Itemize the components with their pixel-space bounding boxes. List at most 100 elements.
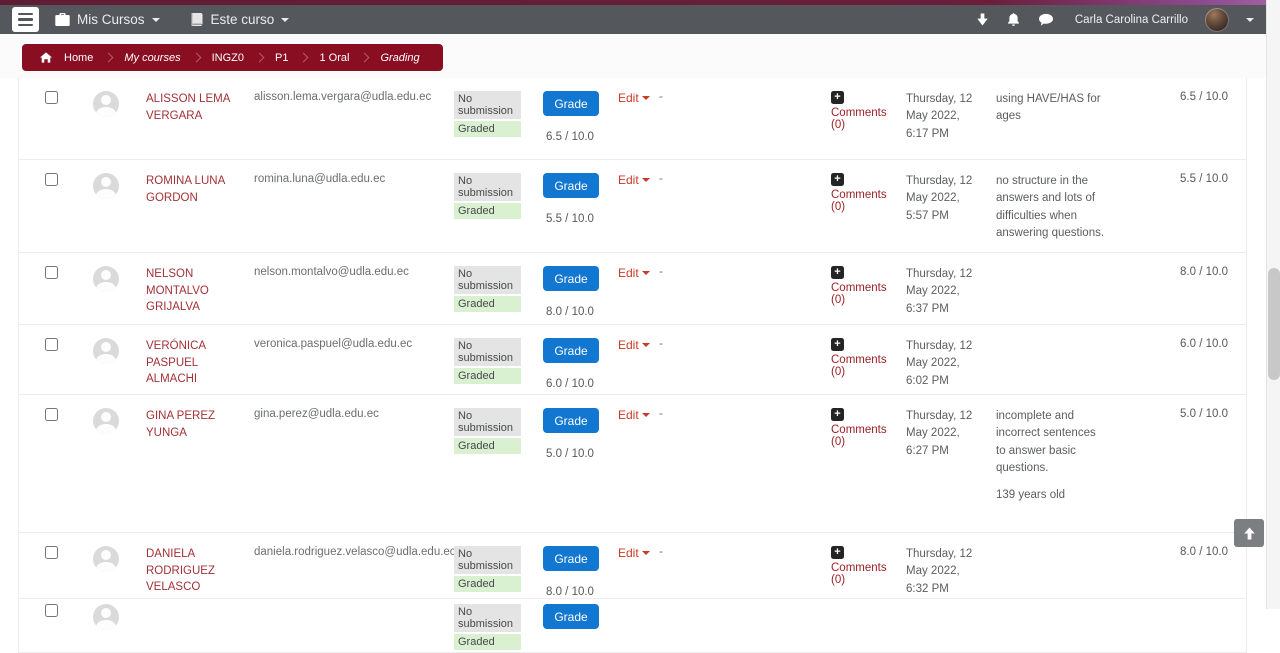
row-select-checkbox[interactable] <box>45 604 58 617</box>
select-cell <box>19 338 89 354</box>
name-cell: NELSON MONTALVO GRIJALVA <box>141 266 249 316</box>
avatar-cell <box>89 173 141 199</box>
status-cell: No submission Graded <box>449 91 539 139</box>
edit-menu[interactable]: Edit <box>618 546 650 560</box>
edit-caret-icon <box>642 178 650 186</box>
final-grade: 5.0 / 10.0 <box>1111 408 1246 420</box>
row-select-checkbox[interactable] <box>45 173 58 186</box>
grade-button[interactable]: Grade <box>543 604 599 629</box>
row-select-checkbox[interactable] <box>45 266 58 279</box>
name-cell: ALISSON LEMA VERGARA <box>141 91 249 124</box>
bell-icon[interactable] <box>1006 12 1021 27</box>
edit-caret-icon <box>642 271 650 279</box>
hamburger-menu-button[interactable] <box>12 7 39 32</box>
edit-cell: Edit <box>613 338 653 352</box>
grading-rows-container: ALISSON LEMA VERGARA alisson.lema.vergar… <box>19 78 1246 653</box>
grading-status-badge: Graded <box>454 576 521 592</box>
student-name-link[interactable]: GINA PEREZ YUNGA <box>146 410 215 439</box>
breadcrumb-period[interactable]: P1 <box>270 52 293 64</box>
user-avatar[interactable] <box>1205 8 1229 32</box>
add-comment-plus-icon[interactable]: + <box>831 546 844 559</box>
grade-button[interactable]: Grade <box>543 408 599 433</box>
plugins-placeholder: - <box>653 173 823 185</box>
student-name-link[interactable]: NELSON MONTALVO GRIJALVA <box>146 268 209 313</box>
edit-menu[interactable]: Edit <box>618 408 650 422</box>
add-comment-plus-icon[interactable]: + <box>831 408 844 421</box>
grade-cell: Grade 6.5 / 10.0 <box>539 91 613 143</box>
add-comment-plus-icon[interactable]: + <box>831 338 844 351</box>
grading-status-badge: Graded <box>454 296 521 312</box>
edit-menu[interactable]: Edit <box>618 338 650 352</box>
download-arrow-icon[interactable] <box>976 13 989 26</box>
breadcrumb-home[interactable]: Home <box>59 52 98 64</box>
student-name-link[interactable]: VERÓNICA PASPUEL ALMACHI <box>146 340 205 385</box>
edit-menu[interactable]: Edit <box>618 266 650 280</box>
chat-icon[interactable] <box>1038 13 1054 27</box>
nav-menu-mis-cursos[interactable]: Mis Cursos <box>55 12 160 27</box>
comments-cell: + Comments (0) <box>823 173 901 213</box>
grade-cell: Grade 5.5 / 10.0 <box>539 173 613 225</box>
comments-link[interactable]: Comments (0) <box>831 282 887 306</box>
grading-status-badge: Graded <box>454 203 521 219</box>
edit-cell <box>613 604 653 618</box>
feedback-comments: no structure in the answers and lots of … <box>991 173 1111 252</box>
add-comment-plus-icon[interactable]: + <box>831 91 844 104</box>
nav-menu-label: Este curso <box>211 12 275 27</box>
chevron-down-icon <box>281 18 289 26</box>
comments-link[interactable]: Comments (0) <box>831 354 887 378</box>
student-name-link[interactable]: ROMINA LUNA GORDON <box>146 175 225 204</box>
table-row: ALISSON LEMA VERGARA alisson.lema.vergar… <box>19 78 1246 160</box>
status-cell: No submission Graded <box>449 604 539 652</box>
add-comment-plus-icon[interactable]: + <box>831 266 844 279</box>
grade-button[interactable]: Grade <box>543 91 599 116</box>
row-select-checkbox[interactable] <box>45 408 58 421</box>
grade-cell: Grade 6.0 / 10.0 <box>539 338 613 390</box>
breadcrumb-my-courses[interactable]: My courses <box>119 52 185 64</box>
current-grade: 8.0 / 10.0 <box>543 586 613 598</box>
comments-link[interactable]: Comments (0) <box>831 562 887 586</box>
student-name-link[interactable]: ALISSON LEMA VERGARA <box>146 93 230 122</box>
student-avatar <box>93 91 119 117</box>
row-select-checkbox[interactable] <box>45 546 58 559</box>
breadcrumb-activity[interactable]: 1 Oral <box>314 52 354 64</box>
row-select-checkbox[interactable] <box>45 91 58 104</box>
edit-menu[interactable]: Edit <box>618 91 650 105</box>
nav-menu-este-curso[interactable]: Este curso <box>190 12 290 27</box>
edit-menu[interactable]: Edit <box>618 173 650 187</box>
grade-button[interactable]: Grade <box>543 173 599 198</box>
plugins-placeholder: - <box>653 546 823 558</box>
student-avatar <box>93 408 119 434</box>
edit-cell: Edit <box>613 408 653 422</box>
user-menu-caret-icon[interactable] <box>1246 18 1254 26</box>
submission-status-badge: No submission <box>454 266 521 294</box>
avatar-cell <box>89 546 141 572</box>
student-email: veronica.paspuel@udla.edu.ec <box>249 338 449 350</box>
final-grade: 5.5 / 10.0 <box>1111 173 1246 185</box>
comments-link[interactable]: Comments (0) <box>831 424 887 448</box>
comments-cell: + Comments (0) <box>823 408 901 448</box>
grade-button[interactable]: Grade <box>543 266 599 291</box>
breadcrumb-course[interactable]: INGZ0 <box>207 52 249 64</box>
add-comment-plus-icon[interactable]: + <box>831 173 844 186</box>
row-select-checkbox[interactable] <box>45 338 58 351</box>
student-avatar <box>93 546 119 572</box>
current-grade: 6.5 / 10.0 <box>543 131 613 143</box>
comments-link[interactable]: Comments (0) <box>831 107 887 131</box>
status-cell: No submission Graded <box>449 173 539 221</box>
scrollbar-thumb[interactable] <box>1268 268 1280 380</box>
select-cell <box>19 604 89 620</box>
back-to-top-button[interactable] <box>1234 519 1264 547</box>
student-name-link[interactable]: DANIELA RODRIGUEZ VELASCO <box>146 548 215 593</box>
edit-cell: Edit <box>613 91 653 105</box>
grade-button[interactable]: Grade <box>543 338 599 363</box>
student-avatar <box>93 338 119 364</box>
avatar-cell <box>89 604 141 630</box>
comments-link[interactable]: Comments (0) <box>831 189 887 213</box>
vertical-scrollbar[interactable] <box>1266 0 1280 609</box>
grade-button[interactable]: Grade <box>543 546 599 571</box>
name-cell: GINA PEREZ YUNGA <box>141 408 249 441</box>
breadcrumb-chevron-icon <box>299 53 309 63</box>
header-zone: Home My courses INGZ0 P1 1 Oral Grading <box>0 34 1266 78</box>
grade-cell: Grade 8.0 / 10.0 <box>539 266 613 318</box>
comments-cell: + Comments (0) <box>823 338 901 378</box>
